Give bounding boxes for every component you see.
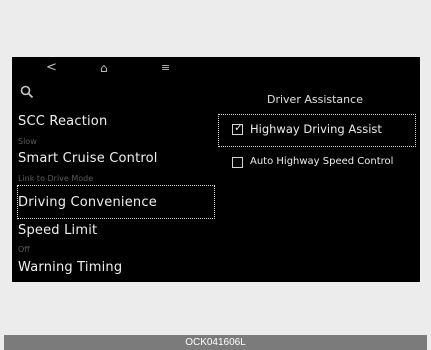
- menu-item-smart-cruise-control[interactable]: Smart Cruise Control: [18, 151, 158, 166]
- back-icon[interactable]: <: [46, 61, 57, 75]
- auto-highway-speed-control-label[interactable]: Auto Highway Speed Control: [250, 156, 393, 167]
- search-icon[interactable]: [20, 85, 34, 99]
- infotainment-screen: < ⌂ ≡ SCC Reaction Slow Smart Cruise Con…: [12, 57, 420, 282]
- image-caption: OCK041606L: [4, 335, 427, 350]
- menu-item-smart-cruise-control-value: Link to Drive Mode: [18, 174, 94, 183]
- panel-title: Driver Assistance: [267, 93, 363, 106]
- highway-driving-assist-label[interactable]: Highway Driving Assist: [250, 122, 382, 136]
- menu-item-warning-timing[interactable]: Warning Timing: [18, 260, 122, 275]
- menu-icon[interactable]: ≡: [161, 61, 170, 75]
- menu-item-driving-convenience[interactable]: Driving Convenience: [18, 195, 157, 210]
- menu-item-scc-reaction-value: Slow: [18, 137, 37, 146]
- menu-item-speed-limit[interactable]: Speed Limit: [18, 223, 97, 238]
- menu-item-speed-limit-value: Off: [18, 245, 30, 254]
- home-icon[interactable]: ⌂: [100, 61, 108, 75]
- checkmark-icon: ✓: [234, 121, 244, 134]
- menu-item-scc-reaction[interactable]: SCC Reaction: [18, 114, 107, 129]
- top-nav-bar: < ⌂ ≡: [12, 57, 202, 83]
- auto-highway-speed-control-checkbox[interactable]: [232, 157, 243, 168]
- highway-driving-assist-checkbox[interactable]: ✓: [232, 121, 244, 135]
